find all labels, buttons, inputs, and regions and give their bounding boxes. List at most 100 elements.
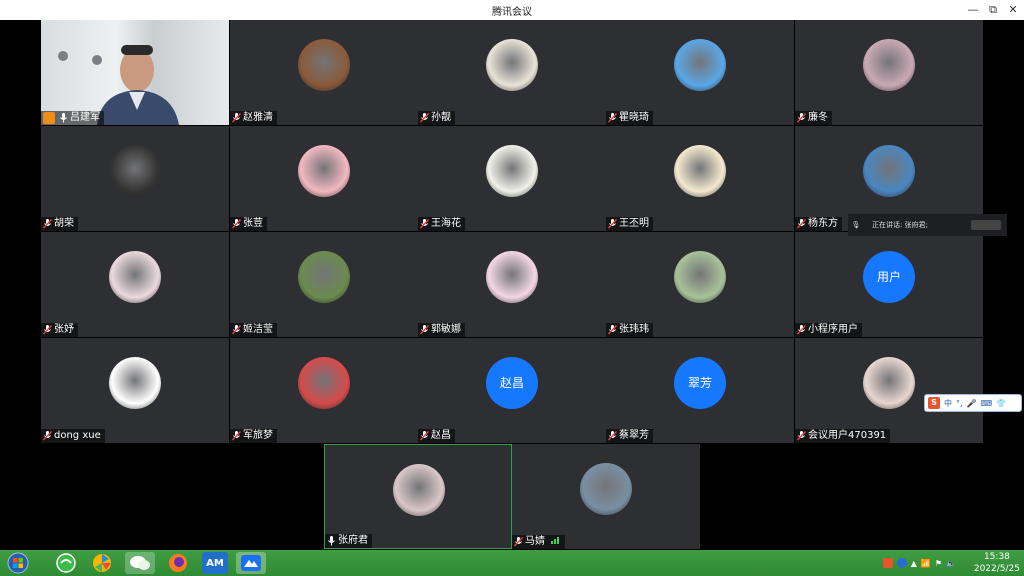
ime-toolbar[interactable]: S 中 °, 🎤 ⌨ 👕 <box>924 394 1022 412</box>
close-button[interactable]: ✕ <box>1004 2 1022 18</box>
ime-item[interactable]: 中 <box>944 398 952 409</box>
mic-muted-icon <box>514 537 523 547</box>
participant-tile[interactable]: 姬洁莹 <box>230 232 418 337</box>
tray-flag-icon[interactable]: ⚑ <box>935 559 942 568</box>
woman-flower-icon <box>863 357 915 409</box>
am-icon[interactable]: AM <box>202 552 228 574</box>
participant-tile[interactable]: 郭敏娜 <box>418 232 606 337</box>
participant-nameplate: 姬洁莹 <box>230 323 277 337</box>
participant-nameplate: dong xue <box>41 429 105 443</box>
participant-name: 杨东方 <box>808 218 838 229</box>
tray-sogou-icon[interactable] <box>882 558 893 568</box>
participant-nameplate: 赵昌 <box>418 429 455 443</box>
calligraphy-icon <box>109 357 161 409</box>
participant-nameplate: 胡荣 <box>41 217 78 231</box>
group-photo-icon <box>580 463 632 515</box>
mic-muted-icon <box>43 325 52 335</box>
participant-tile[interactable]: 孙靓 <box>418 20 606 125</box>
participant-tile[interactable]: dong xue <box>41 338 229 443</box>
title-bar: 腾讯会议 — ⧉ ✕ <box>0 0 1024 20</box>
avatar-text: 赵昌 <box>486 357 538 409</box>
participant-tile[interactable]: 军旅梦 <box>230 338 418 443</box>
participant-nameplate: 王海花 <box>418 217 465 231</box>
participant-tile[interactable]: 用户 小程序用户 <box>795 232 983 337</box>
ime-item[interactable]: ⌨ <box>981 399 993 408</box>
participant-name: 赵雅清 <box>243 112 273 123</box>
participant-nameplate: 张荳 <box>230 217 267 231</box>
participant-tile[interactable]: 廉冬 <box>795 20 983 125</box>
participant-nameplate: 张府君 <box>325 534 372 548</box>
tiger-cartoon-icon <box>674 145 726 197</box>
tray-expand-icon[interactable]: ▲ <box>911 559 917 568</box>
tray-network-icon[interactable]: 📶 <box>921 559 931 568</box>
video-grid: 吕建军 赵雅清 孙靓 瞿晓琦 廉冬胡荣 张荳 王海花 王丕明 杨东方张妤 姬洁莹 郭敏娜 张玮玮 用户小… <box>0 20 1024 550</box>
start-button[interactable] <box>4 552 32 574</box>
photo-icon <box>298 39 350 91</box>
mic-muted-icon <box>608 113 617 123</box>
ime-item[interactable]: 👕 <box>996 399 1006 408</box>
participant-name: 赵昌 <box>431 430 451 441</box>
sogou-logo-icon[interactable]: S <box>928 397 940 409</box>
minimize-button[interactable]: — <box>964 2 982 18</box>
mic-muted-icon <box>43 219 52 229</box>
participant-tile[interactable]: 翠芳蔡翠芳 <box>606 338 794 443</box>
flower-icon <box>486 145 538 197</box>
participant-tile[interactable]: 张玮玮 <box>606 232 794 337</box>
participant-nameplate: 马婧 <box>512 535 565 549</box>
participant-tile[interactable]: 赵昌 赵昌 <box>418 338 606 443</box>
participant-nameplate: 郭敏娜 <box>418 323 465 337</box>
participant-name: 廉冬 <box>808 112 828 123</box>
participant-name: 胡荣 <box>54 218 74 229</box>
participant-tile[interactable]: 会议用户470391 <box>795 338 983 443</box>
mic-muted-icon <box>43 431 52 441</box>
mic-muted-icon <box>232 431 241 441</box>
participant-nameplate: 王丕明 <box>606 217 653 231</box>
tray-help-icon[interactable] <box>896 558 907 568</box>
speaking-text: 正在讲话: 张府君; <box>872 221 928 229</box>
participant-tile[interactable]: 赵雅清 <box>230 20 418 125</box>
mic-muted-icon <box>420 431 429 441</box>
participant-tile[interactable]: 胡荣 <box>41 126 229 231</box>
participant-nameplate: 赵雅清 <box>230 111 277 125</box>
wechat-icon[interactable] <box>125 552 155 574</box>
participant-tile[interactable]: 瞿晓琦 <box>606 20 794 125</box>
mic-muted-icon <box>232 219 241 229</box>
mic-muted-icon <box>608 219 617 229</box>
participant-name: 军旅梦 <box>243 430 273 441</box>
mic-muted-icon <box>420 219 429 229</box>
mic-muted-icon <box>232 325 241 335</box>
avatar-text: 用户 <box>863 251 915 303</box>
firefox-icon[interactable] <box>165 552 191 574</box>
cat-cartoon-icon <box>298 145 350 197</box>
participant-tile[interactable]: 吕建军 <box>41 20 229 125</box>
participant-nameplate: 蔡翠芳 <box>606 429 653 443</box>
participant-name: 马婧 <box>525 536 545 547</box>
participant-tile[interactable]: 王海花 <box>418 126 606 231</box>
participant-tile[interactable]: 张荳 <box>230 126 418 231</box>
mic-muted-icon <box>797 431 806 441</box>
tiger-icon <box>486 39 538 91</box>
participant-tile[interactable]: 王丕明 <box>606 126 794 231</box>
mic-icon: 🎙 <box>851 221 861 229</box>
360-browser-icon[interactable] <box>53 552 79 574</box>
participant-name: 张府君 <box>338 535 368 546</box>
avatar-text: 翠芳 <box>674 357 726 409</box>
participant-tile[interactable]: 张府君 <box>324 444 512 549</box>
ime-item[interactable]: °, <box>956 399 963 408</box>
window-title: 腾讯会议 <box>492 7 532 18</box>
clock-date: 2022/5/25 <box>973 564 1020 574</box>
restore-button[interactable]: ⧉ <box>984 2 1002 18</box>
participant-nameplate: 廉冬 <box>795 111 832 125</box>
tray-volume-icon[interactable]: 🔈 <box>946 559 956 568</box>
participant-nameplate: 军旅梦 <box>230 429 277 443</box>
participant-name: 蔡翠芳 <box>619 430 649 441</box>
child-photo-icon <box>298 251 350 303</box>
pinwheel-icon[interactable] <box>89 552 115 574</box>
blossom-icon <box>109 251 161 303</box>
ime-item[interactable]: 🎤 <box>967 399 977 408</box>
participant-nameplate: 张玮玮 <box>606 323 653 337</box>
system-clock[interactable]: 15:38 2022/5/25 <box>974 551 1020 575</box>
participant-tile[interactable]: 张妤 <box>41 232 229 337</box>
tencent-meeting-icon[interactable] <box>236 552 266 574</box>
participant-tile[interactable]: 马婧 <box>512 444 700 549</box>
